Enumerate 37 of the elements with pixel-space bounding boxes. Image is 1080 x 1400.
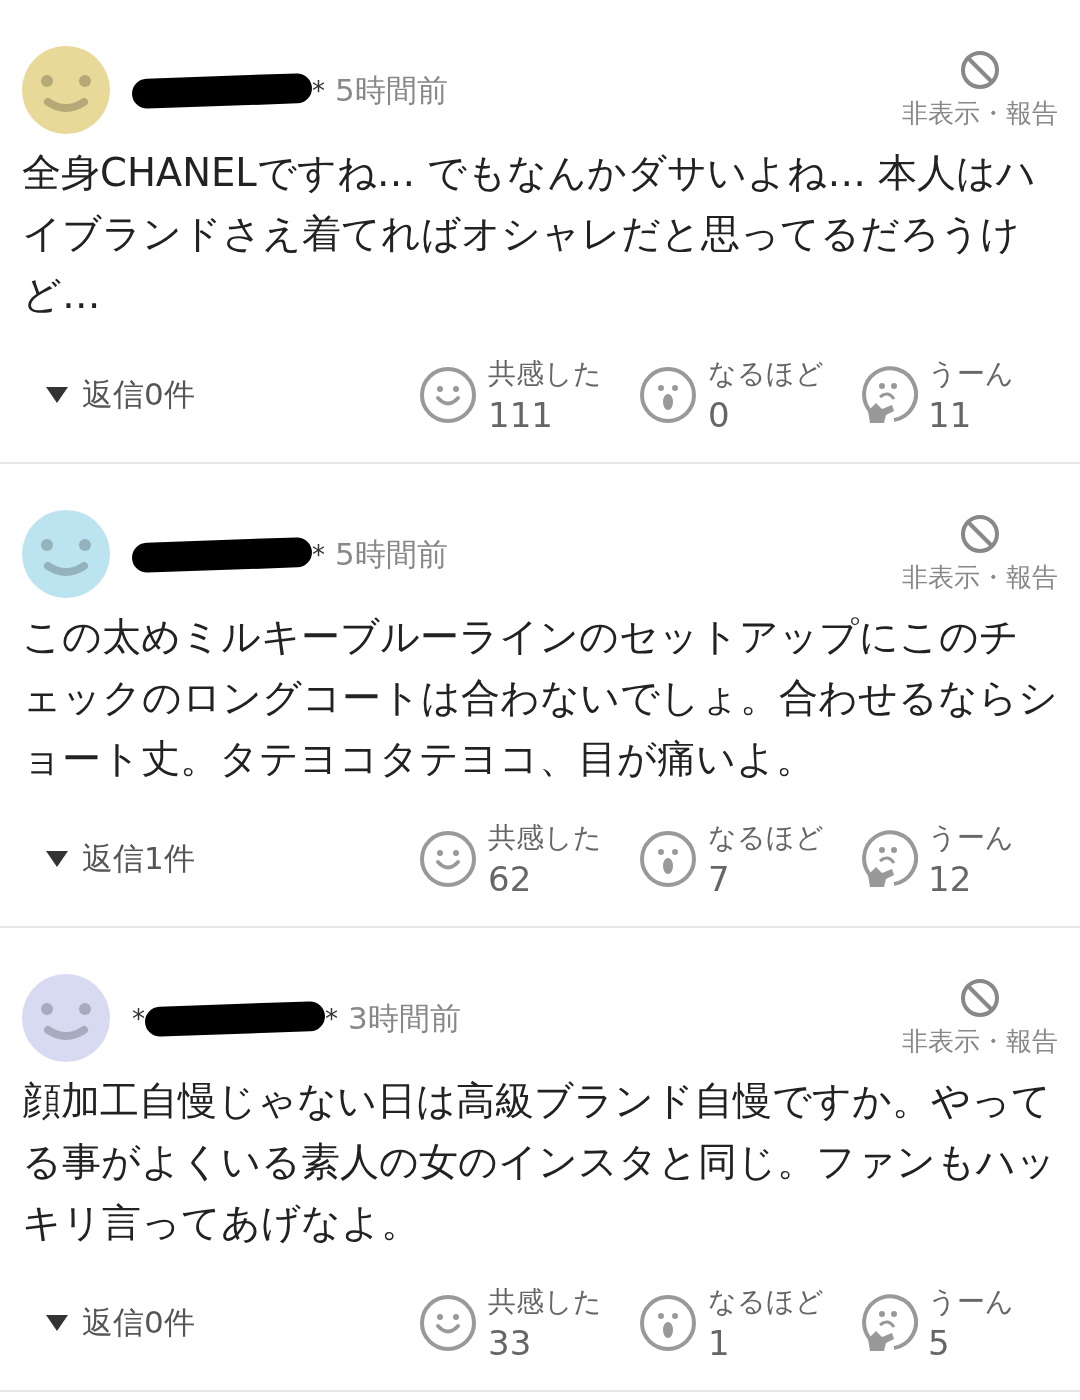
prohibited-icon: [960, 978, 1000, 1018]
reaction-button[interactable]: 共感した 111: [418, 354, 618, 436]
username-fragment: *: [325, 1004, 338, 1034]
reaction-button[interactable]: うーん 5: [858, 1282, 1058, 1364]
smile-face-icon: [418, 829, 478, 889]
replies-toggle[interactable]: 返信0件: [22, 1302, 195, 1344]
surprised-face-icon: [638, 365, 698, 425]
hide-report-button[interactable]: 非表示・報告: [902, 50, 1058, 131]
reaction-button[interactable]: うーん 12: [858, 818, 1058, 900]
reaction-button[interactable]: なるほど 7: [638, 818, 838, 900]
reaction-button[interactable]: 共感した 62: [418, 818, 618, 900]
reaction-button[interactable]: なるほど 1: [638, 1282, 838, 1364]
prohibited-icon: [960, 514, 1000, 554]
username-fragment: *: [132, 1004, 145, 1034]
prohibited-icon: [960, 50, 1000, 90]
triangle-down-icon: [46, 1315, 68, 1331]
surprised-face-icon: [638, 829, 698, 889]
smile-face-icon: [418, 1293, 478, 1353]
hide-report-button[interactable]: 非表示・報告: [902, 978, 1058, 1059]
comment-text: 顔加工自慢じゃない日は高級ブランド自慢ですか。やってる事がよくいる素人の女のインスタと同じ。ファンもハッキリ言ってあげなよ。: [22, 1077, 1057, 1247]
post-time: 5時間前: [335, 535, 448, 574]
post-time: 3時間前: [348, 999, 461, 1038]
triangle-down-icon: [46, 387, 68, 403]
reaction-button[interactable]: 共感した 33: [418, 1282, 618, 1364]
reaction-button[interactable]: なるほど 0: [638, 354, 838, 436]
smile-face-icon: [418, 365, 478, 425]
post-time: 5時間前: [335, 71, 448, 110]
hide-report-button[interactable]: 非表示・報告: [902, 514, 1058, 595]
replies-toggle[interactable]: 返信0件: [22, 374, 195, 416]
surprised-face-icon: [638, 1293, 698, 1353]
comment-text: 全身CHANELですね… でもなんかダサいよね… 本人はハイブランドさえ着てればオシャレだと思ってるだろうけど…: [22, 149, 1038, 319]
username-fragment: *: [312, 540, 325, 570]
comment-text: この太めミルキーブルーラインのセットアップにこのチェックのロングコートは合わないでしょ。合わせるならショート丈。タテヨコタテヨコ、目が痛いよ。: [22, 613, 1058, 783]
username-fragment: *: [312, 76, 325, 106]
replies-toggle[interactable]: 返信1件: [22, 838, 195, 880]
reaction-button[interactable]: うーん 11: [858, 354, 1058, 436]
triangle-down-icon: [46, 851, 68, 867]
